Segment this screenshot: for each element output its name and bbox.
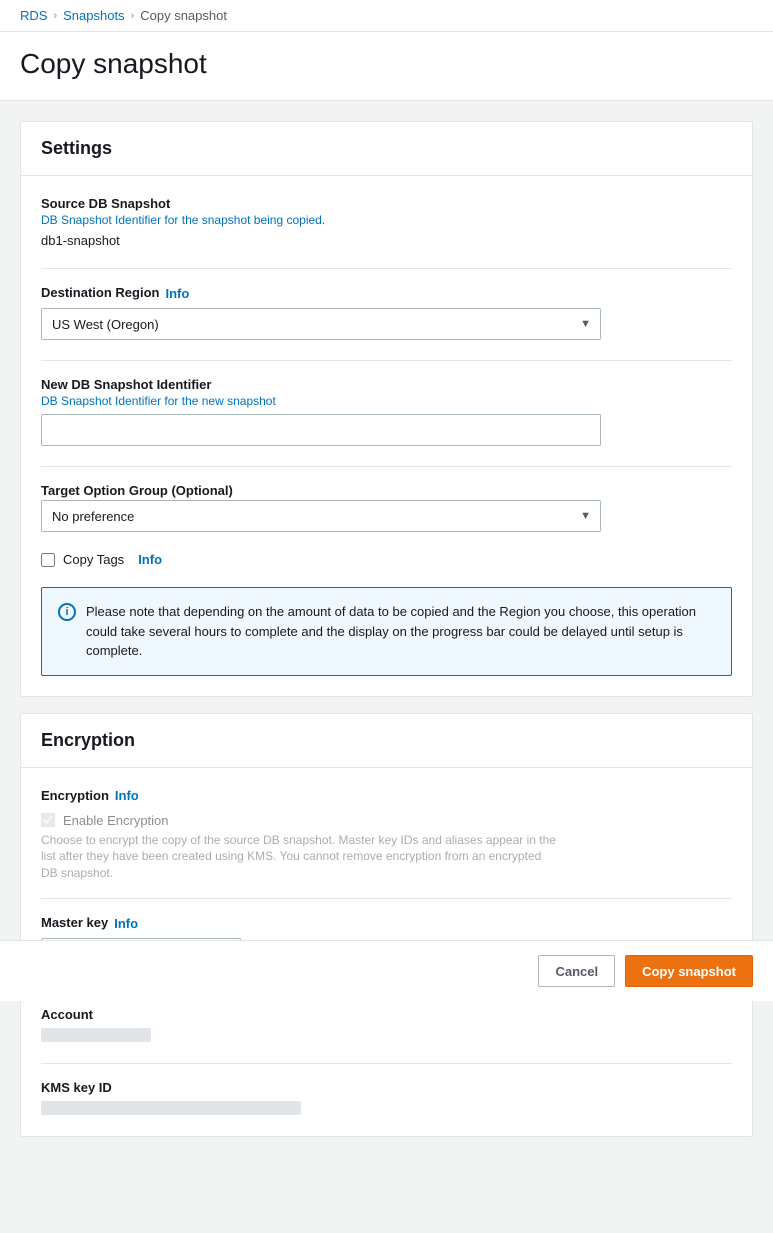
copy-tags-checkbox[interactable] xyxy=(41,553,55,567)
settings-card-body: Source DB Snapshot DB Snapshot Identifie… xyxy=(21,176,752,696)
cancel-button[interactable]: Cancel xyxy=(538,955,615,987)
new-snapshot-identifier-section: New DB Snapshot Identifier DB Snapshot I… xyxy=(41,377,732,446)
destination-region-label-row: Destination Region Info xyxy=(41,285,732,302)
info-notice-text: Please note that depending on the amount… xyxy=(86,602,715,661)
copy-tags-row: Copy Tags Info xyxy=(41,552,732,567)
encryption-card: Encryption Encryption Info Enable Encryp… xyxy=(20,713,753,1137)
encryption-info-link[interactable]: Info xyxy=(115,788,139,803)
divider-1 xyxy=(41,268,732,269)
master-key-label-row: Master key Info xyxy=(41,915,732,932)
breadcrumb-snapshots-link[interactable]: Snapshots xyxy=(63,8,124,23)
breadcrumb: RDS › Snapshots › Copy snapshot xyxy=(0,0,773,32)
new-snapshot-identifier-input[interactable] xyxy=(41,414,601,446)
target-option-group-section: Target Option Group (Optional) No prefer… xyxy=(41,483,732,532)
source-db-snapshot-description: DB Snapshot Identifier for the snapshot … xyxy=(41,213,732,227)
settings-card: Settings Source DB Snapshot DB Snapshot … xyxy=(20,121,753,697)
destination-region-select-wrapper: US West (Oregon) US East (N. Virginia) E… xyxy=(41,308,601,340)
breadcrumb-sep-2: › xyxy=(131,10,135,22)
enable-encryption-section: Enable Encryption Choose to encrypt the … xyxy=(41,813,732,882)
divider-2 xyxy=(41,360,732,361)
enable-encryption-label: Enable Encryption xyxy=(63,813,169,828)
encryption-field-label: Encryption xyxy=(41,788,109,803)
target-option-group-label: Target Option Group (Optional) xyxy=(41,483,732,498)
target-option-group-select[interactable]: No preference xyxy=(41,500,601,532)
divider-6 xyxy=(41,1063,732,1064)
destination-region-select[interactable]: US West (Oregon) US East (N. Virginia) E… xyxy=(41,308,601,340)
kms-key-id-section: KMS key ID xyxy=(41,1080,732,1116)
destination-region-info-link[interactable]: Info xyxy=(165,286,189,301)
page-title: Copy snapshot xyxy=(20,48,753,80)
settings-card-title: Settings xyxy=(41,138,112,158)
page-title-area: Copy snapshot xyxy=(0,32,773,101)
master-key-label: Master key xyxy=(41,915,108,930)
source-db-snapshot-label: Source DB Snapshot xyxy=(41,196,732,211)
account-section: Account xyxy=(41,1007,732,1043)
breadcrumb-sep-1: › xyxy=(53,10,57,22)
kms-key-id-label: KMS key ID xyxy=(41,1080,732,1095)
copy-tags-label[interactable]: Copy Tags xyxy=(63,552,124,567)
breadcrumb-rds-link[interactable]: RDS xyxy=(20,8,47,23)
encryption-card-header: Encryption xyxy=(21,714,752,768)
new-snapshot-identifier-description: DB Snapshot Identifier for the new snaps… xyxy=(41,394,732,408)
destination-region-label: Destination Region xyxy=(41,285,159,300)
source-db-snapshot-section: Source DB Snapshot DB Snapshot Identifie… xyxy=(41,196,732,248)
enable-encryption-description: Choose to encrypt the copy of the source… xyxy=(41,832,561,882)
copy-snapshot-button[interactable]: Copy snapshot xyxy=(625,955,753,987)
destination-region-section: Destination Region Info US West (Oregon)… xyxy=(41,285,732,340)
footer: Cancel Copy snapshot xyxy=(0,940,773,1001)
info-notice-box: i Please note that depending on the amou… xyxy=(41,587,732,676)
source-db-snapshot-value: db1-snapshot xyxy=(41,233,732,248)
encryption-label-row: Encryption Info xyxy=(41,788,732,803)
encryption-card-title: Encryption xyxy=(41,730,135,750)
divider-3 xyxy=(41,466,732,467)
info-icon: i xyxy=(58,603,76,621)
account-label: Account xyxy=(41,1007,732,1022)
breadcrumb-current: Copy snapshot xyxy=(140,8,227,23)
settings-card-header: Settings xyxy=(21,122,752,176)
new-snapshot-identifier-label: New DB Snapshot Identifier xyxy=(41,377,732,392)
copy-tags-info-link[interactable]: Info xyxy=(138,552,162,567)
account-value xyxy=(41,1028,151,1042)
enable-encryption-checkbox xyxy=(41,813,55,827)
target-option-group-select-wrapper: No preference ▼ xyxy=(41,500,601,532)
kms-key-id-value xyxy=(41,1101,301,1115)
divider-4 xyxy=(41,898,732,899)
page-bottom-spacer xyxy=(20,1153,753,1213)
master-key-info-link[interactable]: Info xyxy=(114,916,138,931)
main-content: Settings Source DB Snapshot DB Snapshot … xyxy=(0,101,773,1233)
